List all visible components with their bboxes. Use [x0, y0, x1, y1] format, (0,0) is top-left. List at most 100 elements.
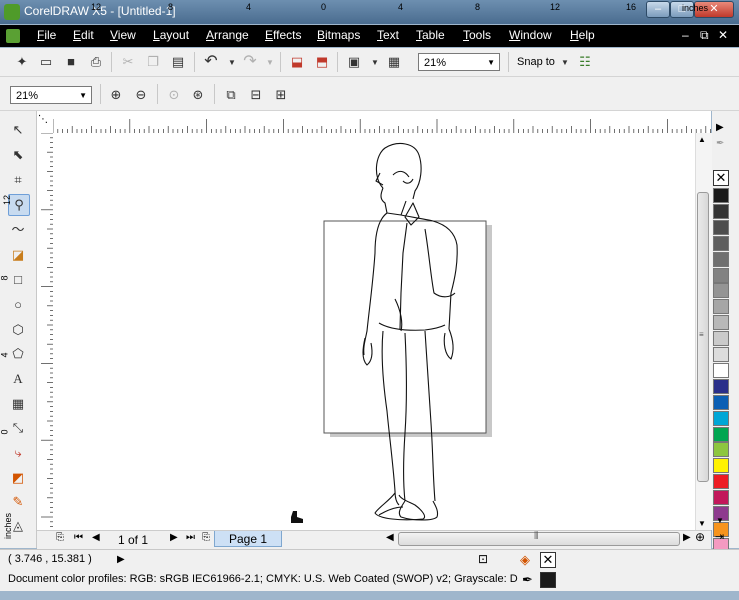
- palette-scroll-right-icon[interactable]: ▶: [716, 122, 724, 133]
- menu-view[interactable]: View: [110, 28, 136, 42]
- freehand-tool-icon[interactable]: 〜: [8, 220, 28, 240]
- rectangle-tool-icon[interactable]: □: [8, 270, 28, 290]
- connector-tool-icon[interactable]: ⤷: [8, 443, 28, 463]
- undo-dropdown-icon[interactable]: ▼: [224, 55, 240, 71]
- dimension-tool-icon[interactable]: ⤡: [8, 418, 28, 438]
- table-tool-icon[interactable]: ▦: [8, 394, 28, 414]
- shape-tool-icon[interactable]: ⬉: [8, 145, 28, 165]
- scroll-right-icon[interactable]: ▶: [683, 532, 691, 543]
- zoom-to-selected-icon[interactable]: ⊙: [166, 87, 182, 103]
- zoom-to-all-objects-icon[interactable]: ⊛: [190, 87, 206, 103]
- next-page-icon[interactable]: ▶: [170, 532, 178, 543]
- print-icon[interactable]: ⎙: [88, 54, 104, 70]
- palette-swatch[interactable]: [713, 299, 729, 315]
- redo-dropdown-icon[interactable]: ▼: [262, 55, 278, 71]
- coreldraw-app-icon[interactable]: [4, 4, 20, 20]
- menu-bitmaps[interactable]: Bitmaps: [317, 28, 360, 42]
- doc-restore-button[interactable]: ⧉: [700, 28, 709, 43]
- outline-pen-icon[interactable]: ✒: [522, 572, 533, 588]
- text-tool-icon[interactable]: A: [8, 369, 28, 389]
- menu-text[interactable]: Text: [377, 28, 399, 42]
- zoom-in-icon[interactable]: ⊕: [108, 87, 124, 103]
- scroll-down-icon[interactable]: ▼: [698, 519, 706, 528]
- minimize-button[interactable]: –: [646, 1, 670, 18]
- menu-file[interactable]: File: [37, 28, 56, 42]
- palette-swatch[interactable]: [713, 394, 729, 410]
- doc-minimize-button[interactable]: –: [682, 28, 689, 42]
- palette-swatch[interactable]: [713, 410, 729, 426]
- palette-swatch[interactable]: [713, 490, 729, 506]
- zoom-to-page-width-icon[interactable]: ⊟: [248, 87, 264, 103]
- page-tab[interactable]: Page 1: [214, 531, 282, 547]
- fill-color-swatch[interactable]: ✕: [540, 552, 556, 568]
- palette-scroll-down-icon[interactable]: ▼: [716, 516, 724, 525]
- snap-to-dropdown-icon[interactable]: ▼: [557, 55, 573, 71]
- zoom-level-select[interactable]: 21% ▼: [418, 53, 500, 71]
- open-icon[interactable]: ▭: [38, 54, 54, 70]
- outline-color-swatch[interactable]: [540, 572, 556, 588]
- menu-edit[interactable]: Edit: [73, 28, 94, 42]
- export-icon[interactable]: ⬒: [314, 54, 330, 70]
- redo-icon[interactable]: ↷: [242, 54, 258, 70]
- palette-swatch[interactable]: [713, 267, 729, 283]
- menu-tools[interactable]: Tools: [463, 28, 491, 42]
- palette-swatch[interactable]: [713, 315, 729, 331]
- first-page-icon[interactable]: ⏮: [74, 532, 83, 543]
- cut-icon[interactable]: ✂: [120, 54, 136, 70]
- palette-swatch[interactable]: [713, 283, 729, 299]
- menu-window[interactable]: Window: [509, 28, 552, 42]
- palette-swatch[interactable]: [713, 203, 729, 219]
- menu-effects[interactable]: Effects: [265, 28, 301, 42]
- navigator-icon[interactable]: ⊕: [695, 530, 705, 544]
- document-icon[interactable]: [6, 29, 20, 43]
- zoom-levels-select[interactable]: 21% ▼: [10, 86, 92, 104]
- ellipse-tool-icon[interactable]: ○: [8, 295, 28, 315]
- new-document-icon[interactable]: ✦: [14, 54, 30, 70]
- paste-icon[interactable]: ▤: [170, 54, 186, 70]
- polygon-tool-icon[interactable]: ⬡: [8, 320, 28, 340]
- copy-icon[interactable]: ❐: [145, 54, 161, 70]
- options-icon[interactable]: ☷: [577, 54, 593, 70]
- palette-swatch[interactable]: [713, 426, 729, 442]
- palette-expand-icon[interactable]: ⇥: [715, 530, 724, 543]
- crop-tool-icon[interactable]: ⌗: [8, 170, 28, 190]
- doc-close-button[interactable]: ✕: [718, 28, 728, 42]
- menu-help[interactable]: Help: [570, 28, 595, 42]
- palette-swatch[interactable]: [713, 347, 729, 362]
- menu-table[interactable]: Table: [416, 28, 445, 42]
- palette-swatch[interactable]: [713, 219, 729, 235]
- import-icon[interactable]: ⬓: [289, 54, 305, 70]
- snap-to-button[interactable]: Snap to: [517, 56, 555, 68]
- zoom-to-page-icon[interactable]: ⧉: [223, 87, 239, 103]
- palette-swatch[interactable]: [713, 331, 729, 347]
- palette-swatch[interactable]: [713, 362, 729, 378]
- welcome-screen-icon[interactable]: ▦: [386, 54, 402, 70]
- palette-swatch[interactable]: [713, 235, 729, 251]
- previous-page-icon[interactable]: ◀: [92, 532, 100, 543]
- menu-layout[interactable]: Layout: [153, 28, 189, 42]
- eyedropper-tool-icon[interactable]: ✎: [8, 492, 28, 512]
- no-fill-swatch[interactable]: ✕: [713, 170, 729, 186]
- zoom-to-page-height-icon[interactable]: ⊞: [273, 87, 289, 103]
- last-page-icon[interactable]: ⏭: [186, 532, 195, 543]
- palette-swatch[interactable]: [713, 474, 729, 490]
- add-page-before-icon[interactable]: ⎘: [56, 532, 64, 543]
- palette-swatch[interactable]: [713, 458, 729, 474]
- palette-swatch[interactable]: [713, 378, 729, 394]
- horizontal-scrollbar[interactable]: [398, 532, 680, 546]
- save-icon[interactable]: ■: [63, 54, 79, 70]
- launcher-dropdown-icon[interactable]: ▼: [367, 55, 383, 71]
- zoom-out-icon[interactable]: ⊖: [133, 87, 149, 103]
- scroll-left-icon[interactable]: ◀: [386, 532, 394, 543]
- undo-icon[interactable]: ↶: [203, 54, 219, 70]
- ruler-origin-icon[interactable]: ⋱: [38, 114, 48, 125]
- palette-swatch[interactable]: [713, 442, 729, 458]
- color-proofing-icon[interactable]: ⊡: [478, 552, 488, 566]
- document-color-profiles[interactable]: Document color profiles: RGB: sRGB IEC61…: [8, 573, 518, 585]
- status-expand-icon[interactable]: ▶: [117, 554, 125, 565]
- smart-fill-tool-icon[interactable]: ◪: [8, 245, 28, 265]
- menu-arrange[interactable]: Arrange: [206, 28, 249, 42]
- pick-tool-icon[interactable]: ↖: [8, 120, 28, 140]
- interactive-blend-tool-icon[interactable]: ◩: [8, 468, 28, 488]
- basic-shapes-tool-icon[interactable]: ⬠: [8, 344, 28, 364]
